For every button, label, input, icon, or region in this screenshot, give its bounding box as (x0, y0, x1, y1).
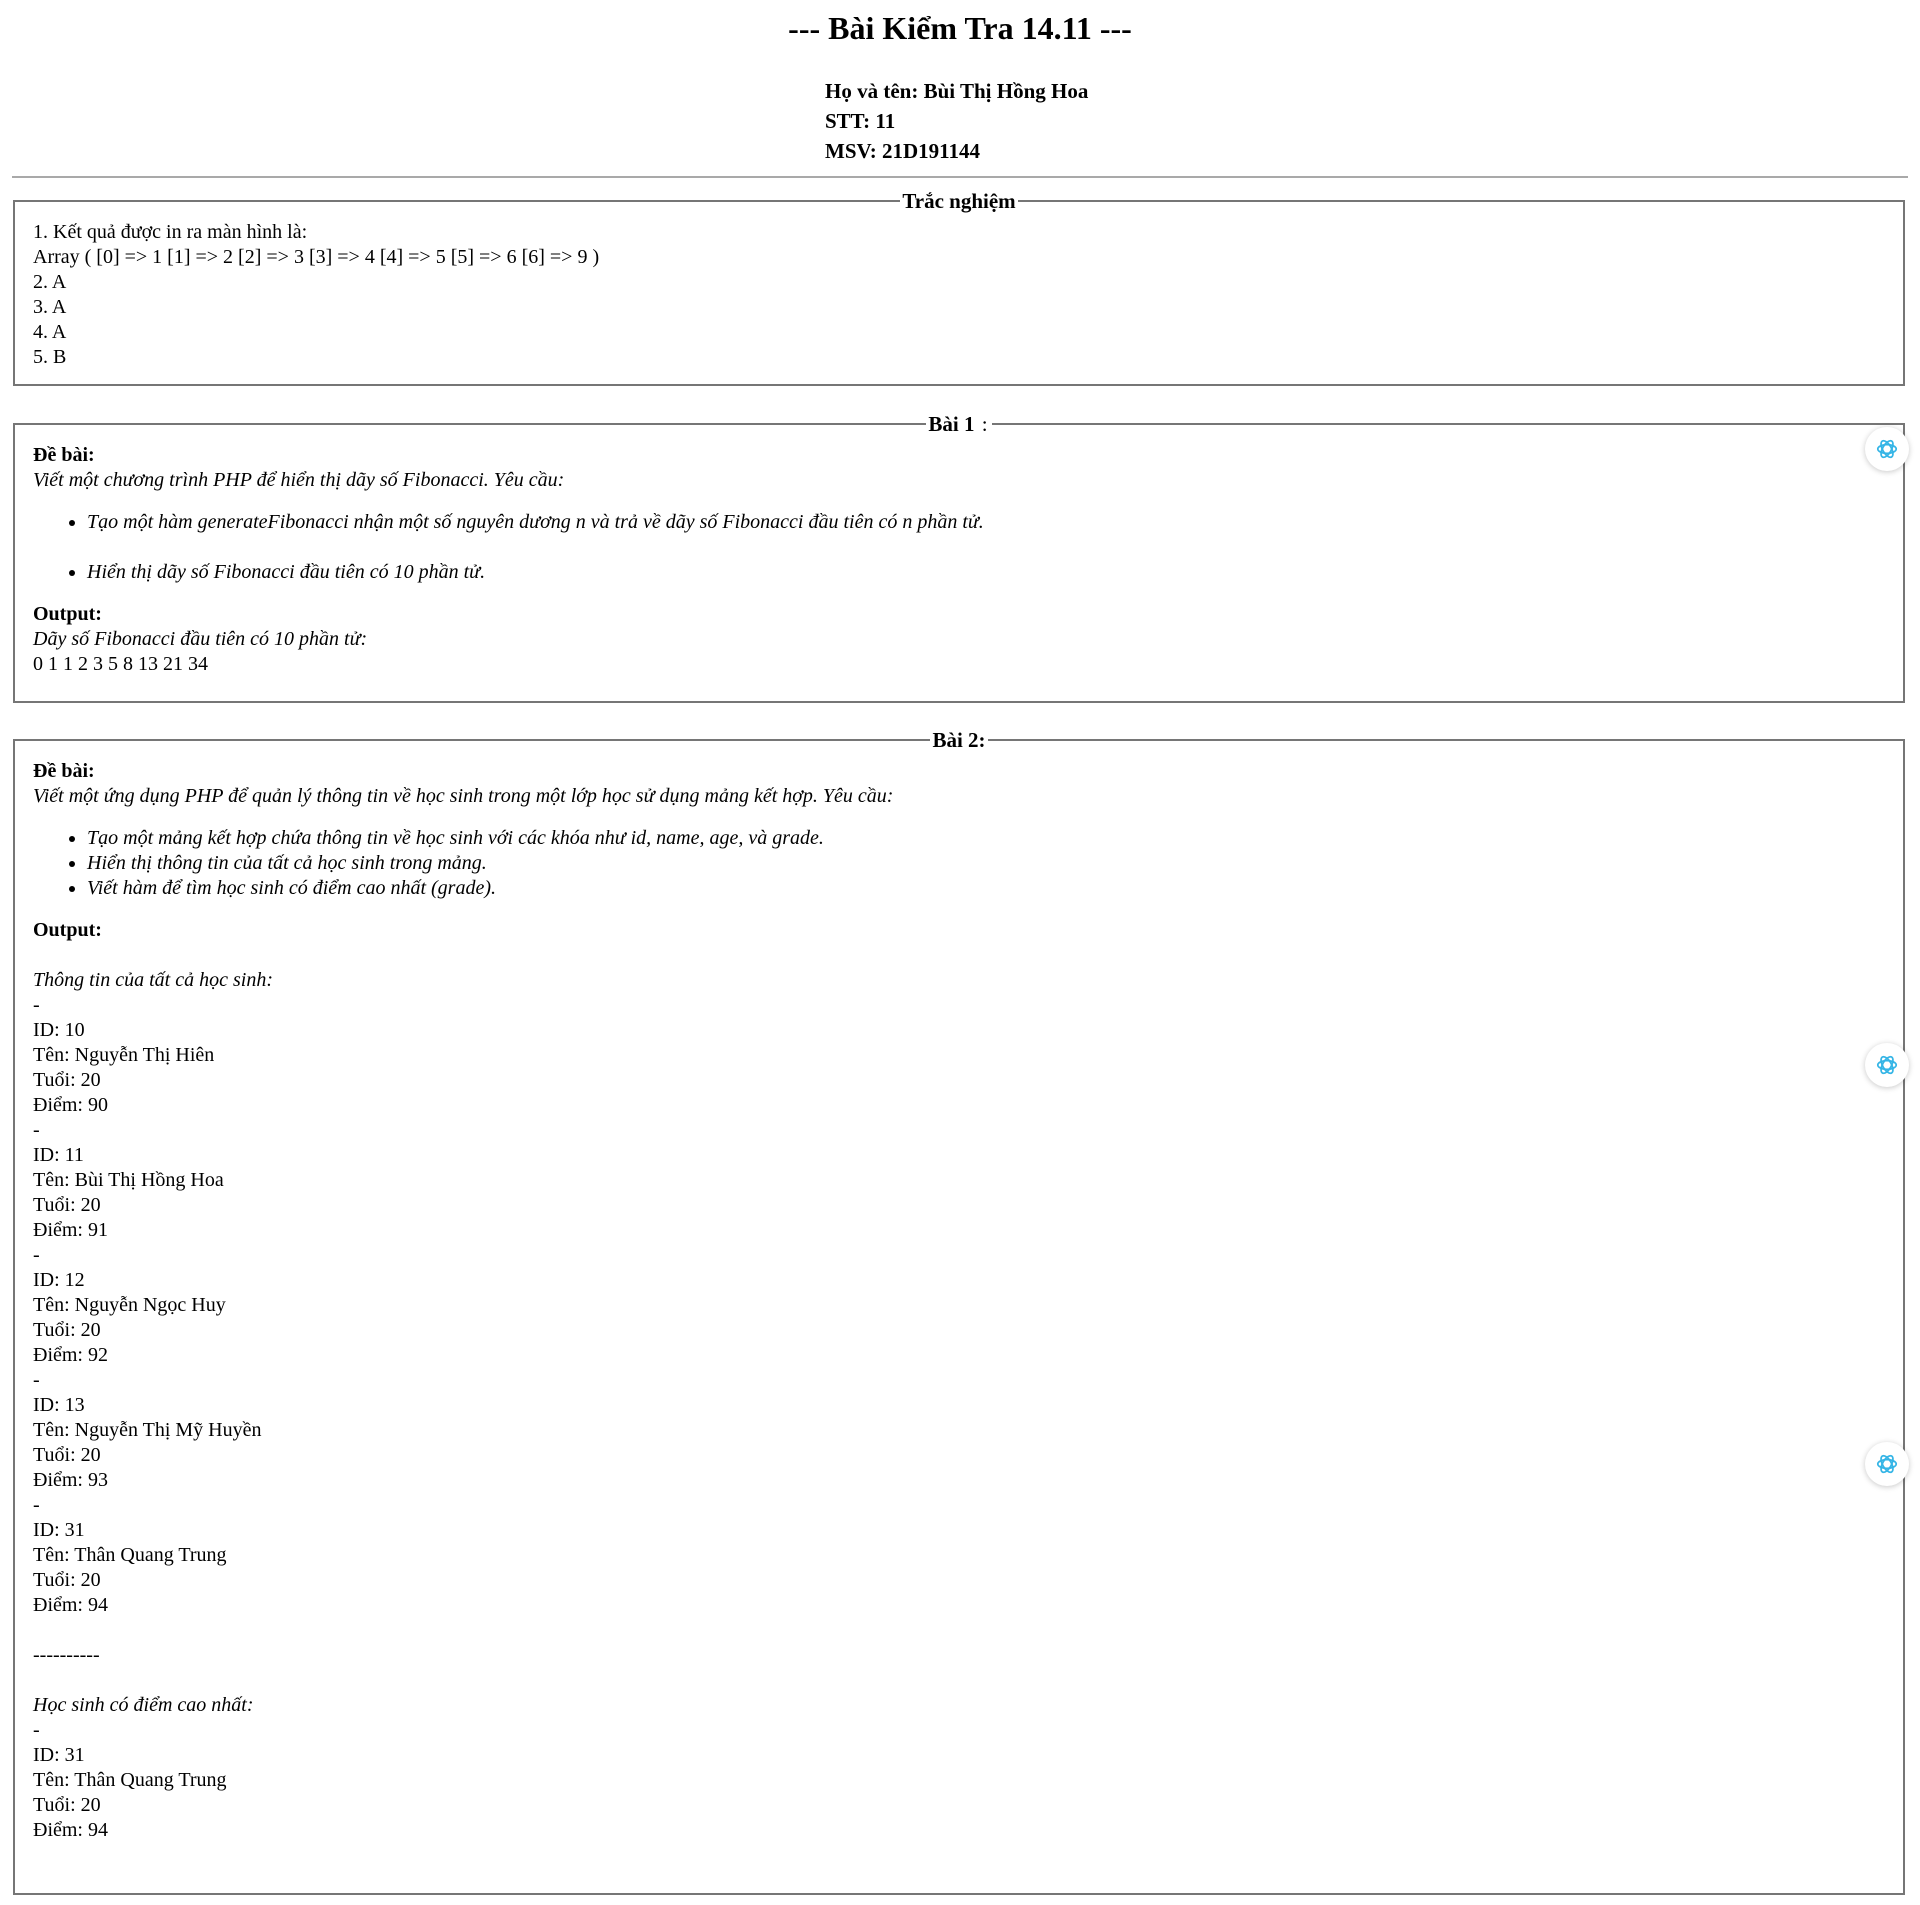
list-item: Hiển thị dãy số Fibonacci đầu tiên có 10… (87, 560, 1885, 585)
record-separator: - (33, 1244, 40, 1266)
bai2-de-bai-label: Đề bài: (33, 760, 95, 782)
record-grade: Điểm: 90 (33, 1094, 108, 1116)
record-name: Tên: Thân Quang Trung (33, 1769, 227, 1791)
student-record: - ID: 12 Tên: Nguyễn Ngọc Huy Tuổi: 20 Đ… (33, 1243, 1885, 1368)
record-grade: Điểm: 92 (33, 1344, 108, 1366)
record-age: Tuổi: 20 (33, 1569, 101, 1591)
list-item: Tạo một mảng kết hợp chứa thông tin về h… (87, 826, 1885, 851)
record-id: ID: 31 (33, 1519, 85, 1541)
record-name: Tên: Nguyễn Thị Mỹ Huyền (33, 1419, 262, 1441)
record-id: ID: 13 (33, 1394, 85, 1416)
quiz-line: Array ( [0] => 1 [1] => 2 [2] => 3 [3] =… (33, 246, 600, 268)
chatgpt-icon (1876, 1454, 1898, 1474)
quiz-line: 2. A (33, 271, 67, 293)
record-age: Tuổi: 20 (33, 1069, 101, 1091)
quiz-line: 1. Kết quả được in ra màn hình là: (33, 221, 308, 243)
record-grade: Điểm: 94 (33, 1819, 108, 1841)
top-student-record: - ID: 31 Tên: Thân Quang Trung Tuổi: 20 … (33, 1718, 1885, 1843)
header-divider (12, 176, 1908, 178)
record-grade: Điểm: 93 (33, 1469, 108, 1491)
bai1-de-bai-label: Đề bài: (33, 444, 95, 466)
list-item: Viết hàm để tìm học sinh có điểm cao nhấ… (87, 876, 1885, 901)
student-msv: MSV: 21D191144 (825, 139, 980, 163)
bai2-legend: Bài 2: (930, 728, 988, 752)
record-name: Tên: Bùi Thị Hồng Hoa (33, 1169, 224, 1191)
bai2-top-caption: Học sinh có điểm cao nhất: (33, 1694, 254, 1716)
chatgpt-helper-button[interactable] (1865, 1043, 1909, 1087)
student-name: Họ và tên: Bùi Thị Hồng Hoa (825, 79, 1089, 103)
student-record: - ID: 10 Tên: Nguyễn Thị Hiên Tuổi: 20 Đ… (33, 993, 1885, 1118)
bai1-output-caption: Dãy số Fibonacci đầu tiên có 10 phần tử: (33, 628, 368, 650)
record-id: ID: 12 (33, 1269, 85, 1291)
chatgpt-helper-button[interactable] (1865, 1442, 1909, 1486)
record-grade: Điểm: 91 (33, 1219, 108, 1241)
student-record: - ID: 13 Tên: Nguyễn Thị Mỹ Huyền Tuổi: … (33, 1368, 1885, 1493)
quiz-line: 4. A (33, 321, 67, 343)
chatgpt-helper-button[interactable] (1865, 427, 1909, 471)
record-name: Tên: Nguyễn Ngọc Huy (33, 1294, 226, 1316)
bai1-output-value: 0 1 1 2 3 5 8 13 21 34 (33, 653, 208, 675)
record-age: Tuổi: 20 (33, 1444, 101, 1466)
quiz-fieldset: Trắc nghiệm 1. Kết quả được in ra màn hì… (13, 189, 1905, 386)
record-separator: - (33, 1719, 40, 1741)
record-name: Tên: Nguyễn Thị Hiên (33, 1044, 215, 1066)
record-separator: - (33, 994, 40, 1016)
page-title: --- Bài Kiểm Tra 14.11 --- (788, 10, 1132, 46)
bai2-all-caption: Thông tin của tất cả học sinh: (33, 969, 273, 991)
output-divider-text: ---------- (33, 1644, 100, 1666)
quiz-line: 5. B (33, 346, 67, 368)
bai1-fieldset: Bài 1 : Đề bài: Viết một chương trình PH… (13, 412, 1905, 703)
record-id: ID: 10 (33, 1019, 85, 1041)
quiz-legend: Trắc nghiệm (900, 189, 1018, 213)
bai2-output-label: Output: (33, 919, 102, 941)
student-stt: STT: 11 (825, 109, 896, 133)
record-separator: - (33, 1119, 40, 1141)
chatgpt-icon (1876, 439, 1898, 459)
record-grade: Điểm: 94 (33, 1594, 108, 1616)
bai1-requirements: Tạo một hàm generateFibonacci nhận một s… (33, 510, 1885, 585)
bai1-intro: Viết một chương trình PHP để hiển thị dã… (33, 469, 565, 491)
student-record: - ID: 31 Tên: Thân Quang Trung Tuổi: 20 … (33, 1493, 1885, 1618)
student-record: - ID: 11 Tên: Bùi Thị Hồng Hoa Tuổi: 20 … (33, 1118, 1885, 1243)
record-age: Tuổi: 20 (33, 1794, 101, 1816)
student-info: Họ và tên: Bùi Thị Hồng Hoa STT: 11 MSV:… (825, 76, 1088, 166)
record-separator: - (33, 1494, 40, 1516)
list-item: Hiển thị thông tin của tất cả học sinh t… (87, 851, 1885, 876)
bai2-fieldset: Bài 2: Đề bài: Viết một ứng dụng PHP để … (13, 728, 1905, 1895)
bai2-requirements: Tạo một mảng kết hợp chứa thông tin về h… (33, 826, 1885, 901)
record-age: Tuổi: 20 (33, 1194, 101, 1216)
record-name: Tên: Thân Quang Trung (33, 1544, 227, 1566)
bai1-legend: Bài 1 : (926, 412, 992, 436)
record-separator: - (33, 1369, 40, 1391)
record-id: ID: 11 (33, 1144, 84, 1166)
list-item: Tạo một hàm generateFibonacci nhận một s… (87, 510, 1885, 535)
quiz-line: 3. A (33, 296, 67, 318)
record-age: Tuổi: 20 (33, 1319, 101, 1341)
bai1-output-label: Output: (33, 603, 102, 625)
chatgpt-icon (1876, 1055, 1898, 1075)
record-id: ID: 31 (33, 1744, 85, 1766)
bai2-intro: Viết một ứng dụng PHP để quản lý thông t… (33, 785, 894, 807)
